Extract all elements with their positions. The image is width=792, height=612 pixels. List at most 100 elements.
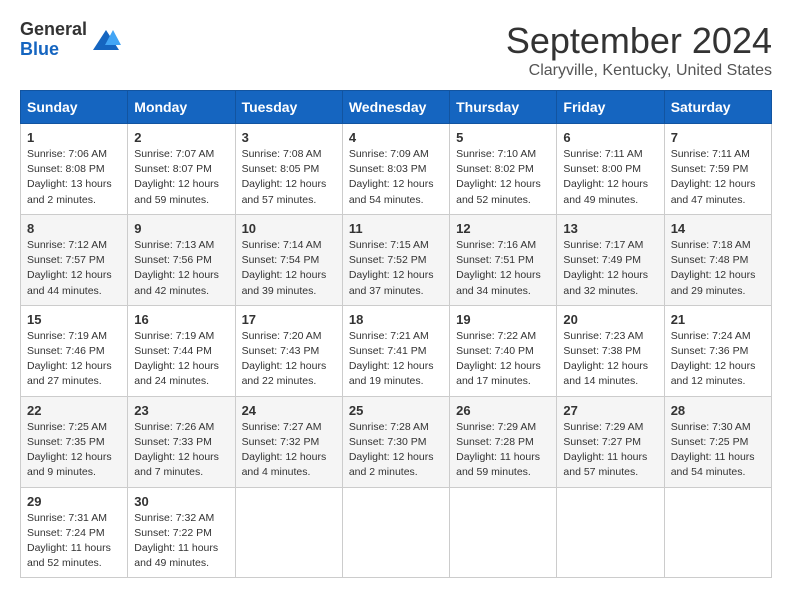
calendar-day-cell: 30Sunrise: 7:32 AM Sunset: 7:22 PM Dayli… [128,487,235,578]
calendar-day-cell: 27Sunrise: 7:29 AM Sunset: 7:27 PM Dayli… [557,396,664,487]
day-info: Sunrise: 7:21 AM Sunset: 7:41 PM Dayligh… [349,329,443,390]
calendar-day-cell: 29 Sunrise: 7:31 AM Sunset: 7:24 PM Dayli… [21,487,128,578]
calendar-day-cell: 11 Sunrise: 7:15 AM Sunset: 7:52 PM Dayli… [342,214,449,305]
logo: General Blue [20,20,121,60]
calendar-day-cell: 17 Sunrise: 7:20 AM Sunset: 7:43 PM Dayli… [235,305,342,396]
day-number: 26 [456,403,550,418]
calendar-day-cell: 23 Sunrise: 7:26 AM Sunset: 7:33 PM Dayli… [128,396,235,487]
logo-icon [91,25,121,55]
day-number: 12 [456,221,550,236]
title-section: September 2024 Claryville, Kentucky, Uni… [506,20,772,80]
day-number: 19 [456,312,550,327]
day-number: 7 [671,130,765,145]
calendar-day-cell: 6 Sunrise: 7:11 AM Sunset: 8:00 PM Daylig… [557,124,664,215]
calendar-day-cell: 22Sunrise: 7:25 AM Sunset: 7:35 PM Dayli… [21,396,128,487]
day-number: 24 [242,403,336,418]
day-number: 4 [349,130,443,145]
day-number: 9 [134,221,228,236]
calendar-day-cell: 4Sunrise: 7:09 AM Sunset: 8:03 PM Daylig… [342,124,449,215]
day-number: 16 [134,312,228,327]
day-info: Sunrise: 7:28 AM Sunset: 7:30 PM Dayligh… [349,420,443,481]
day-number: 1 [27,130,121,145]
day-info: Sunrise: 7:19 AM Sunset: 7:44 PM Dayligh… [134,329,228,390]
day-number: 11 [349,221,443,236]
calendar-day-cell: 13Sunrise: 7:17 AM Sunset: 7:49 PM Dayli… [557,214,664,305]
day-info: Sunrise: 7:14 AM Sunset: 7:54 PM Dayligh… [242,238,336,299]
logo-general-text: General [20,20,87,40]
page-header: General Blue September 2024 Claryville, … [20,20,772,80]
day-info: Sunrise: 7:31 AM Sunset: 7:24 PM Dayligh… [27,511,121,572]
day-number: 30 [134,494,228,509]
day-number: 15 [27,312,121,327]
calendar-day-cell: 2 Sunrise: 7:07 AM Sunset: 8:07 PM Daylig… [128,124,235,215]
day-number: 6 [563,130,657,145]
day-info: Sunrise: 7:22 AM Sunset: 7:40 PM Dayligh… [456,329,550,390]
calendar-day-cell: 12 Sunrise: 7:16 AM Sunset: 7:51 PM Dayli… [450,214,557,305]
day-info: Sunrise: 7:27 AM Sunset: 7:32 PM Dayligh… [242,420,336,481]
day-info: Sunrise: 7:06 AM Sunset: 8:08 PM Dayligh… [27,147,121,208]
calendar-day-cell: 21 Sunrise: 7:24 AM Sunset: 7:36 PM Dayli… [664,305,771,396]
day-number: 27 [563,403,657,418]
day-number: 21 [671,312,765,327]
calendar-day-cell: 3 Sunrise: 7:08 AM Sunset: 8:05 PM Daylig… [235,124,342,215]
calendar-day-cell: 25 Sunrise: 7:28 AM Sunset: 7:30 PM Dayli… [342,396,449,487]
column-header-saturday: Saturday [664,91,771,124]
day-number: 25 [349,403,443,418]
day-info: Sunrise: 7:20 AM Sunset: 7:43 PM Dayligh… [242,329,336,390]
calendar-day-cell: 1 Sunrise: 7:06 AM Sunset: 8:08 PM Daylig… [21,124,128,215]
logo-blue-text: Blue [20,40,87,60]
day-info: Sunrise: 7:25 AM Sunset: 7:35 PM Dayligh… [27,420,121,481]
calendar-week-row: 15 Sunrise: 7:19 AM Sunset: 7:46 PM Dayli… [21,305,772,396]
day-info: Sunrise: 7:26 AM Sunset: 7:33 PM Dayligh… [134,420,228,481]
day-info: Sunrise: 7:11 AM Sunset: 8:00 PM Dayligh… [563,147,657,208]
day-number: 17 [242,312,336,327]
day-info: Sunrise: 7:11 AM Sunset: 7:59 PM Dayligh… [671,147,765,208]
calendar-day-cell: 26Sunrise: 7:29 AM Sunset: 7:28 PM Dayli… [450,396,557,487]
day-number: 8 [27,221,121,236]
calendar-week-row: 22Sunrise: 7:25 AM Sunset: 7:35 PM Dayli… [21,396,772,487]
calendar-table: SundayMondayTuesdayWednesdayThursdayFrid… [20,90,772,578]
column-header-thursday: Thursday [450,91,557,124]
calendar-day-cell: 24 Sunrise: 7:27 AM Sunset: 7:32 PM Dayli… [235,396,342,487]
day-info: Sunrise: 7:30 AM Sunset: 7:25 PM Dayligh… [671,420,765,481]
calendar-day-cell: 15 Sunrise: 7:19 AM Sunset: 7:46 PM Dayli… [21,305,128,396]
calendar-day-cell [557,487,664,578]
calendar-week-row: 29 Sunrise: 7:31 AM Sunset: 7:24 PM Dayli… [21,487,772,578]
calendar-day-cell [342,487,449,578]
calendar-day-cell: 8 Sunrise: 7:12 AM Sunset: 7:57 PM Daylig… [21,214,128,305]
calendar-day-cell [235,487,342,578]
day-info: Sunrise: 7:24 AM Sunset: 7:36 PM Dayligh… [671,329,765,390]
column-header-sunday: Sunday [21,91,128,124]
calendar-day-cell [664,487,771,578]
day-number: 23 [134,403,228,418]
day-info: Sunrise: 7:17 AM Sunset: 7:49 PM Dayligh… [563,238,657,299]
calendar-day-cell: 18 Sunrise: 7:21 AM Sunset: 7:41 PM Dayli… [342,305,449,396]
column-header-monday: Monday [128,91,235,124]
day-info: Sunrise: 7:12 AM Sunset: 7:57 PM Dayligh… [27,238,121,299]
month-title: September 2024 [506,20,772,62]
calendar-day-cell: 5Sunrise: 7:10 AM Sunset: 8:02 PM Daylig… [450,124,557,215]
day-info: Sunrise: 7:07 AM Sunset: 8:07 PM Dayligh… [134,147,228,208]
day-info: Sunrise: 7:15 AM Sunset: 7:52 PM Dayligh… [349,238,443,299]
calendar-day-cell: 7 Sunrise: 7:11 AM Sunset: 7:59 PM Daylig… [664,124,771,215]
day-number: 10 [242,221,336,236]
calendar-day-cell: 19 Sunrise: 7:22 AM Sunset: 7:40 PM Dayli… [450,305,557,396]
calendar-day-cell: 16 Sunrise: 7:19 AM Sunset: 7:44 PM Dayli… [128,305,235,396]
calendar-week-row: 8 Sunrise: 7:12 AM Sunset: 7:57 PM Daylig… [21,214,772,305]
day-number: 2 [134,130,228,145]
day-number: 29 [27,494,121,509]
day-number: 5 [456,130,550,145]
calendar-header-row: SundayMondayTuesdayWednesdayThursdayFrid… [21,91,772,124]
column-header-friday: Friday [557,91,664,124]
day-info: Sunrise: 7:19 AM Sunset: 7:46 PM Dayligh… [27,329,121,390]
day-number: 28 [671,403,765,418]
day-number: 3 [242,130,336,145]
day-number: 18 [349,312,443,327]
day-info: Sunrise: 7:16 AM Sunset: 7:51 PM Dayligh… [456,238,550,299]
location-subtitle: Claryville, Kentucky, United States [506,62,772,80]
calendar-week-row: 1 Sunrise: 7:06 AM Sunset: 8:08 PM Daylig… [21,124,772,215]
calendar-day-cell: 9Sunrise: 7:13 AM Sunset: 7:56 PM Daylig… [128,214,235,305]
day-info: Sunrise: 7:08 AM Sunset: 8:05 PM Dayligh… [242,147,336,208]
calendar-day-cell: 14Sunrise: 7:18 AM Sunset: 7:48 PM Dayli… [664,214,771,305]
calendar-day-cell: 10 Sunrise: 7:14 AM Sunset: 7:54 PM Dayli… [235,214,342,305]
